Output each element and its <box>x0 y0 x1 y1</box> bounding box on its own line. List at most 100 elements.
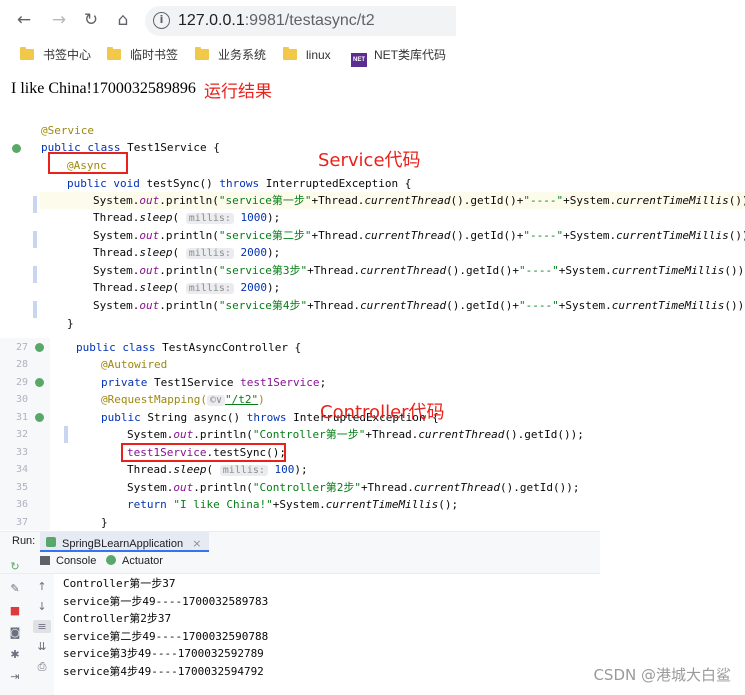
bean-icon <box>35 343 44 352</box>
console-line: Controller第2步37 <box>63 612 172 625</box>
change-marker <box>64 426 68 443</box>
code-line: System.out.println("service第一步"+Thread.c… <box>93 194 745 207</box>
testsync-call-highlight-box <box>121 443 286 462</box>
spring-leaf-icon <box>46 537 56 547</box>
folder-icon <box>20 47 34 60</box>
rerun-icon[interactable]: ↻ <box>6 560 24 573</box>
code-line: return "I like China!"+System.currentTim… <box>127 498 459 511</box>
print-icon[interactable]: ⎙ <box>33 660 51 674</box>
run-config-tab[interactable]: SpringBLearnApplication × <box>40 532 210 552</box>
run-tab-bar: Run: SpringBLearnApplication × <box>0 532 600 552</box>
bookmark-link[interactable]: NET NET类库代码 <box>351 46 446 67</box>
code-line: @Service <box>41 124 94 137</box>
soft-wrap-icon[interactable]: ≡ <box>33 620 51 633</box>
address-bar[interactable]: i 127.0.0.1:9981/testasync/t2 <box>145 6 456 36</box>
param-hint: millis: <box>185 248 234 259</box>
code-line: Thread.sleep( millis: 2000); <box>93 246 281 259</box>
browser-window: ← → ↻ ⌂ i 127.0.0.1:9981/testasync/t2 书签… <box>0 0 456 72</box>
line-number: 34 <box>15 464 28 475</box>
browser-toolbar: ← → ↻ ⌂ i 127.0.0.1:9981/testasync/t2 <box>0 0 456 40</box>
exit-icon[interactable]: ⇥ <box>6 670 24 683</box>
dotnet-logo-icon: NET <box>351 53 367 67</box>
code-line: Thread.sleep( millis: 1000); <box>93 211 281 224</box>
bookmark-folder[interactable]: 书签中心 <box>20 46 91 64</box>
line-number: 29 <box>15 377 28 388</box>
tab-actuator[interactable]: Actuator <box>106 555 163 567</box>
folder-icon <box>107 47 121 60</box>
code-line: System.out.println("service第3步"+Thread.c… <box>93 264 745 277</box>
line-number: 31 <box>15 412 28 423</box>
csdn-watermark: CSDN @港城大白鲨 <box>593 666 731 684</box>
bookmark-folder[interactable]: 业务系统 <box>195 46 266 64</box>
home-icon[interactable]: ⌂ <box>112 9 134 31</box>
run-label: Run: <box>12 535 36 547</box>
wrench-icon[interactable]: ✎ <box>6 582 24 595</box>
folder-icon <box>283 47 297 60</box>
run-tool-window: Run: SpringBLearnApplication × Console A… <box>0 531 600 695</box>
line-number: 32 <box>15 429 28 440</box>
change-marker <box>33 196 37 213</box>
run-config-tab-label: SpringBLearnApplication <box>62 538 184 550</box>
code-line: System.out.println("service第二步"+Thread.c… <box>93 229 745 242</box>
line-number: 27 <box>15 342 28 353</box>
url-text[interactable]: 127.0.0.1:9981/testasync/t2 <box>178 12 375 30</box>
controller-code-editor[interactable]: 27 28 29 30 31 32 33 34 35 36 37 public … <box>0 338 600 530</box>
console-line: service第二步49----1700032590788 <box>63 630 269 643</box>
run-subtab-bar: Console Actuator <box>0 554 600 574</box>
forward-arrow-icon[interactable]: → <box>48 9 70 31</box>
code-line: public void testSync() throws Interrupte… <box>67 177 412 190</box>
web-endpoint-icon <box>35 413 44 422</box>
param-hint: millis: <box>185 283 234 294</box>
change-marker <box>33 301 37 318</box>
line-number: 37 <box>15 517 28 528</box>
actuator-icon <box>106 555 116 565</box>
change-marker <box>33 231 37 248</box>
bookmarks-bar: 书签中心 临时书签 业务系统 linux NET NET类库代码 <box>0 42 456 68</box>
bookmark-folder[interactable]: 临时书签 <box>107 46 178 64</box>
code-line: } <box>101 516 108 529</box>
param-hint: millis: <box>185 213 234 224</box>
run-side-toolbar: ↻ ✎ ■ ◙ ✱ ⇥ <box>0 552 30 695</box>
camera-icon[interactable]: ◙ <box>6 626 24 639</box>
close-tab-icon[interactable]: × <box>192 537 201 550</box>
scroll-end-icon[interactable]: ⇊ <box>33 640 51 653</box>
line-number: 36 <box>15 499 28 510</box>
tab-console[interactable]: Console <box>40 555 96 567</box>
console-line: service第4步49----1700032594792 <box>63 665 264 678</box>
settings-icon[interactable]: ✱ <box>6 648 24 661</box>
scroll-down-icon[interactable]: ↓ <box>33 600 51 613</box>
bean-icon <box>35 378 44 387</box>
endpoint-hint[interactable]: ©∨ <box>206 395 226 406</box>
code-line: System.out.println("service第4步"+Thread.c… <box>93 299 745 312</box>
console-output[interactable]: Controller第一步37 service第一步49----17000325… <box>54 574 600 695</box>
reload-icon[interactable]: ↻ <box>80 9 102 31</box>
change-marker <box>33 266 37 283</box>
code-line: System.out.println("Controller第一步"+Threa… <box>127 428 584 441</box>
line-number: 28 <box>15 359 28 370</box>
back-arrow-icon[interactable]: ← <box>13 9 35 31</box>
site-info-icon[interactable]: i <box>153 12 170 29</box>
code-line: private Test1Service test1Service; <box>101 376 327 389</box>
code-line: @RequestMapping(©∨ "/t2") <box>101 393 265 406</box>
console-line: Controller第一步37 <box>63 577 176 590</box>
bookmark-folder[interactable]: linux <box>283 46 331 64</box>
service-annotation: Service代码 <box>318 150 421 171</box>
result-annotation: 运行结果 <box>204 82 272 102</box>
folder-icon <box>195 47 209 60</box>
line-number: 33 <box>15 447 28 458</box>
async-highlight-box <box>48 152 128 174</box>
editor-gutter: 27 28 29 30 31 32 33 34 35 36 37 <box>0 338 68 530</box>
code-line: Thread.sleep( millis: 2000); <box>93 281 281 294</box>
param-hint: millis: <box>219 465 268 476</box>
scroll-up-icon[interactable]: ↑ <box>33 580 51 593</box>
console-line: service第一步49----1700032589783 <box>63 595 269 608</box>
console-side-toolbar: ↑ ↓ ≡ ⇊ ⎙ <box>30 574 54 695</box>
stop-icon[interactable]: ■ <box>6 604 24 617</box>
code-line: System.out.println("Controller第2步"+Threa… <box>127 481 580 494</box>
controller-annotation: Controller代码 <box>320 402 445 423</box>
code-line: public class TestAsyncController { <box>76 341 302 354</box>
console-icon <box>40 556 50 565</box>
code-line: } <box>67 317 74 330</box>
code-line: @Autowired <box>101 358 168 371</box>
editor-gutter <box>0 118 40 338</box>
